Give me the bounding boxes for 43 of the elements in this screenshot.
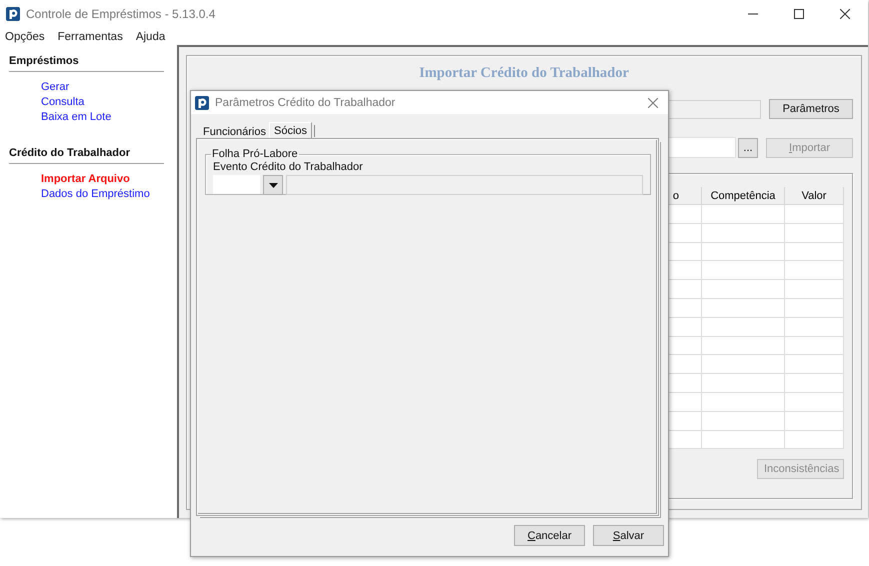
group-title: Folha Pró-Labore xyxy=(211,148,299,160)
column-header: Competência xyxy=(702,187,785,205)
app-logo-icon xyxy=(195,96,209,110)
app-logo-icon xyxy=(6,7,20,21)
table-cell xyxy=(785,224,844,243)
section-heading: Empréstimos xyxy=(9,55,164,72)
table-cell xyxy=(785,430,844,450)
panel-title: Importar Crédito do Trabalhador xyxy=(418,64,630,82)
table-cell xyxy=(785,412,844,431)
table-cell xyxy=(785,242,844,262)
table-cell xyxy=(785,336,844,356)
column-header: Valor xyxy=(785,187,844,205)
parameters-button[interactable]: Parâmetros xyxy=(769,99,853,119)
tab[interactable]: Funcionários xyxy=(200,124,269,139)
sidebar-link[interactable]: Baixa em Lote xyxy=(41,111,174,123)
table-cell xyxy=(785,298,844,318)
menu-item[interactable]: Ajuda xyxy=(136,30,166,42)
section-heading: Crédito do Trabalhador xyxy=(9,147,164,164)
code-field[interactable] xyxy=(213,175,260,194)
field-label: Evento Crédito do Trabalhador xyxy=(213,161,364,173)
table-cell xyxy=(785,318,844,337)
table-cell xyxy=(785,355,844,374)
dialog-title: Parâmetros Crédito do Trabalhador xyxy=(215,96,396,108)
dropdown-button[interactable] xyxy=(263,175,283,195)
menu-item[interactable]: Ferramentas xyxy=(58,30,123,42)
sidebar-link[interactable]: Importar Arquivo xyxy=(41,173,174,185)
sidebar-link[interactable]: Consulta xyxy=(41,96,174,108)
window-title: Controle de Empréstimos - 5.13.0.4 xyxy=(26,7,216,21)
close-icon xyxy=(648,98,658,108)
close-icon xyxy=(840,9,850,19)
menu-item[interactable]: Opções xyxy=(5,30,45,42)
table-cell xyxy=(785,280,844,299)
sidebar-link[interactable]: Gerar xyxy=(41,81,174,93)
dialog-button[interactable]: Salvar xyxy=(593,525,664,546)
tab[interactable]: Sócios xyxy=(268,122,312,139)
table-cell xyxy=(785,392,844,412)
table-cell xyxy=(785,374,844,393)
maximize-icon xyxy=(794,9,804,19)
dialog-button[interactable]: Cancelar xyxy=(514,525,585,546)
sidebar-link[interactable]: Dados do Empréstimo xyxy=(41,188,174,200)
table-cell xyxy=(785,261,844,280)
browse-button[interactable]: ... xyxy=(738,138,758,158)
table-cell xyxy=(785,205,844,224)
